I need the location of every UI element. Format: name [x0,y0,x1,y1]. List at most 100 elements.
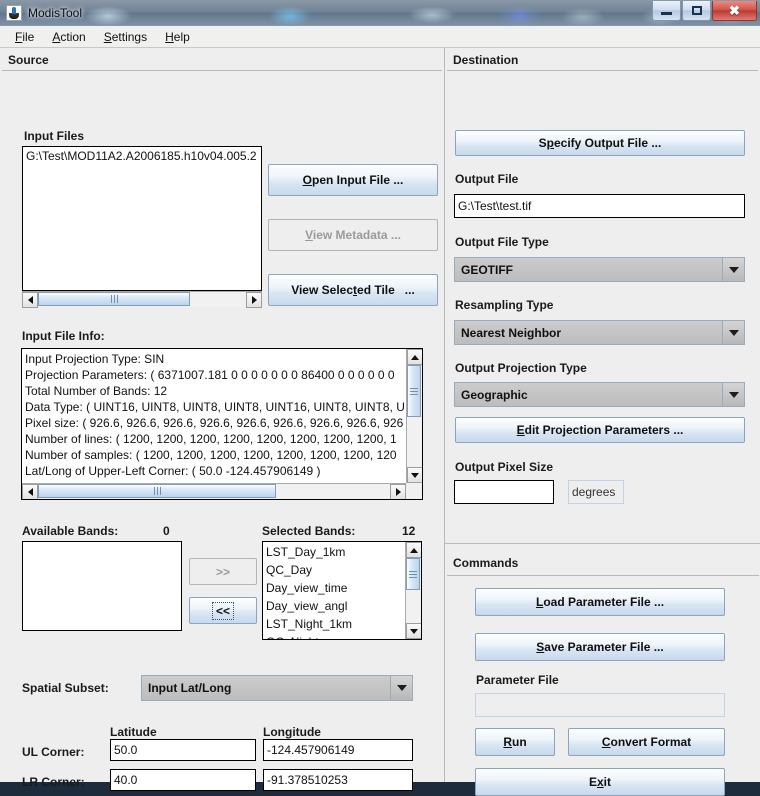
scroll-track[interactable] [38,292,246,307]
source-panel: Source Input Files G:\Test\MOD11A2.A2006… [0,48,444,791]
info-line: Lat/Long of Upper-Left Corner: ( 50.0 -1… [25,464,321,478]
info-line: Projection Parameters: ( 6371007.181 0 0… [25,368,395,382]
chevron-down-icon[interactable] [722,383,744,406]
close-button[interactable]: ✖ [712,1,757,21]
output-file-input[interactable]: G:\Test\test.tif [454,194,745,218]
thumb-grip [113,295,115,303]
latitude-header: Latitude [110,725,157,739]
triangle-right-icon [251,296,257,304]
chevron-down-icon[interactable] [390,676,412,700]
scroll-thumb[interactable] [38,292,190,306]
menu-help[interactable]: Help [156,28,199,46]
input-file-info-textarea[interactable]: Input Projection Type: SIN Projection Pa… [21,348,423,500]
output-projection-type-combobox[interactable]: Geographic [454,382,745,407]
source-panel-title: Source [8,53,49,67]
triangle-up-icon [411,354,419,360]
specify-output-file-button[interactable]: Specify Output File ... [455,130,745,156]
info-line: Total Number of Bands: 12 [25,384,168,398]
modistool-window: ModisTool ✖ FFileile Action Settings Hel… [0,0,760,796]
input-files-hscrollbar[interactable] [22,291,262,308]
run-button[interactable]: Run [475,728,555,756]
view-selected-tile-button[interactable]: View Selected Tile ... [268,274,438,306]
move-left-button[interactable]: << [189,597,257,624]
scroll-track[interactable] [38,484,390,499]
lr-corner-latitude-input[interactable]: 40.0 [110,769,256,791]
output-pixel-size-input[interactable] [454,480,554,504]
scroll-down-button[interactable] [407,467,422,483]
load-parameter-file-button[interactable]: Load Parameter File ... [475,588,725,616]
commands-top-divider [445,543,760,544]
close-icon: ✖ [729,3,740,18]
info-line: Input Projection Type: SIN [25,352,165,366]
spatial-subset-value: Input Lat/Long [148,681,232,695]
edit-projection-parameters-button[interactable]: Edit Projection Parameters ... [455,417,745,443]
minimize-button[interactable] [652,1,681,21]
window-title: ModisTool [28,5,83,20]
scroll-up-button[interactable] [407,349,422,365]
scroll-track[interactable] [407,365,422,467]
scroll-thumb[interactable] [38,484,276,498]
source-panel-divider [2,70,442,71]
info-hscrollbar[interactable] [22,483,406,499]
maximize-icon [691,6,702,15]
destination-column: Destination Specify Output File ... Outp… [444,48,760,796]
input-files-list[interactable]: G:\Test\MOD11A2.A2006185.h10v04.005.2 [22,146,262,291]
info-line: Data Type: ( UINT16, UINT8, UINT8, UINT8… [25,400,405,414]
move-left-label: << [211,601,234,620]
resampling-type-combobox[interactable]: Nearest Neighbor [454,320,745,345]
info-line: Pixel size: ( 926.6, 926.6, 926.6, 926.6… [25,416,404,430]
output-pixel-size-label: Output Pixel Size [455,460,554,474]
java-coffee-cup-icon [6,4,22,21]
output-file-type-combobox[interactable]: GEOTIFF [454,257,745,282]
list-item[interactable]: G:\Test\MOD11A2.A2006185.h10v04.005.2 [23,147,261,165]
selected-bands-list[interactable]: LST_Day_1km QC_Day Day_view_time Day_vie… [262,541,422,640]
window-titlebar[interactable]: ModisTool ✖ [0,0,760,26]
list-item[interactable]: Day_view_angl [263,597,404,615]
parameter-file-input[interactable] [475,693,725,717]
scroll-down-button[interactable] [406,623,421,639]
scroll-right-button[interactable] [246,292,262,308]
convert-format-button[interactable]: Convert Format [568,728,725,756]
chevron-down-icon[interactable] [722,258,744,281]
selected-bands-label: Selected Bands: [262,524,356,538]
scroll-thumb[interactable] [406,558,420,590]
menubar: FFileile Action Settings Help [0,26,760,48]
scroll-track[interactable] [406,558,421,623]
ul-corner-latitude-input[interactable]: 50.0 [110,739,256,761]
main-content: Source Input Files G:\Test\MOD11A2.A2006… [0,48,760,796]
menu-file[interactable]: FFileile [6,28,43,46]
menu-action[interactable]: Action [43,28,94,46]
lr-corner-longitude-input[interactable]: -91.378510253 [263,769,413,791]
list-item[interactable]: Day_view_time [263,579,404,597]
list-item[interactable]: QC_Day [263,561,404,579]
triangle-up-icon [410,547,418,553]
scroll-thumb[interactable] [407,365,421,417]
scroll-left-button[interactable] [22,292,38,308]
open-input-file-button[interactable]: Open Input File ... [268,164,438,196]
destination-panel-divider [447,70,758,71]
available-bands-list[interactable] [22,541,182,631]
output-projection-type-label: Output Projection Type [455,361,587,375]
spatial-subset-combobox[interactable]: Input Lat/Long [141,675,413,701]
menu-settings[interactable]: Settings [95,28,156,46]
list-item[interactable]: QC_Night [263,633,404,639]
save-parameter-file-button[interactable]: Save Parameter File ... [475,633,725,661]
scroll-right-button[interactable] [390,484,406,499]
triangle-down-icon [411,472,419,478]
thumb-grip [410,390,418,392]
selected-bands-vscrollbar[interactable] [405,542,421,639]
ul-corner-longitude-input[interactable]: -124.457906149 [263,739,413,761]
exit-button[interactable]: Exit [475,768,725,796]
scroll-up-button[interactable] [406,542,421,558]
move-right-label: >> [215,564,230,579]
chevron-down-icon[interactable] [722,321,744,344]
list-item[interactable]: LST_Day_1km [263,543,404,561]
maximize-button[interactable] [682,1,711,21]
list-item[interactable]: LST_Night_1km [263,615,404,633]
input-file-info-label: Input File Info: [22,329,105,343]
info-vscrollbar[interactable] [406,349,422,483]
lr-corner-label: LR Corner: [22,775,85,789]
scroll-left-button[interactable] [22,484,38,499]
info-line: Number of lines: ( 1200, 1200, 1200, 120… [25,432,397,446]
commands-panel-divider [447,575,759,576]
